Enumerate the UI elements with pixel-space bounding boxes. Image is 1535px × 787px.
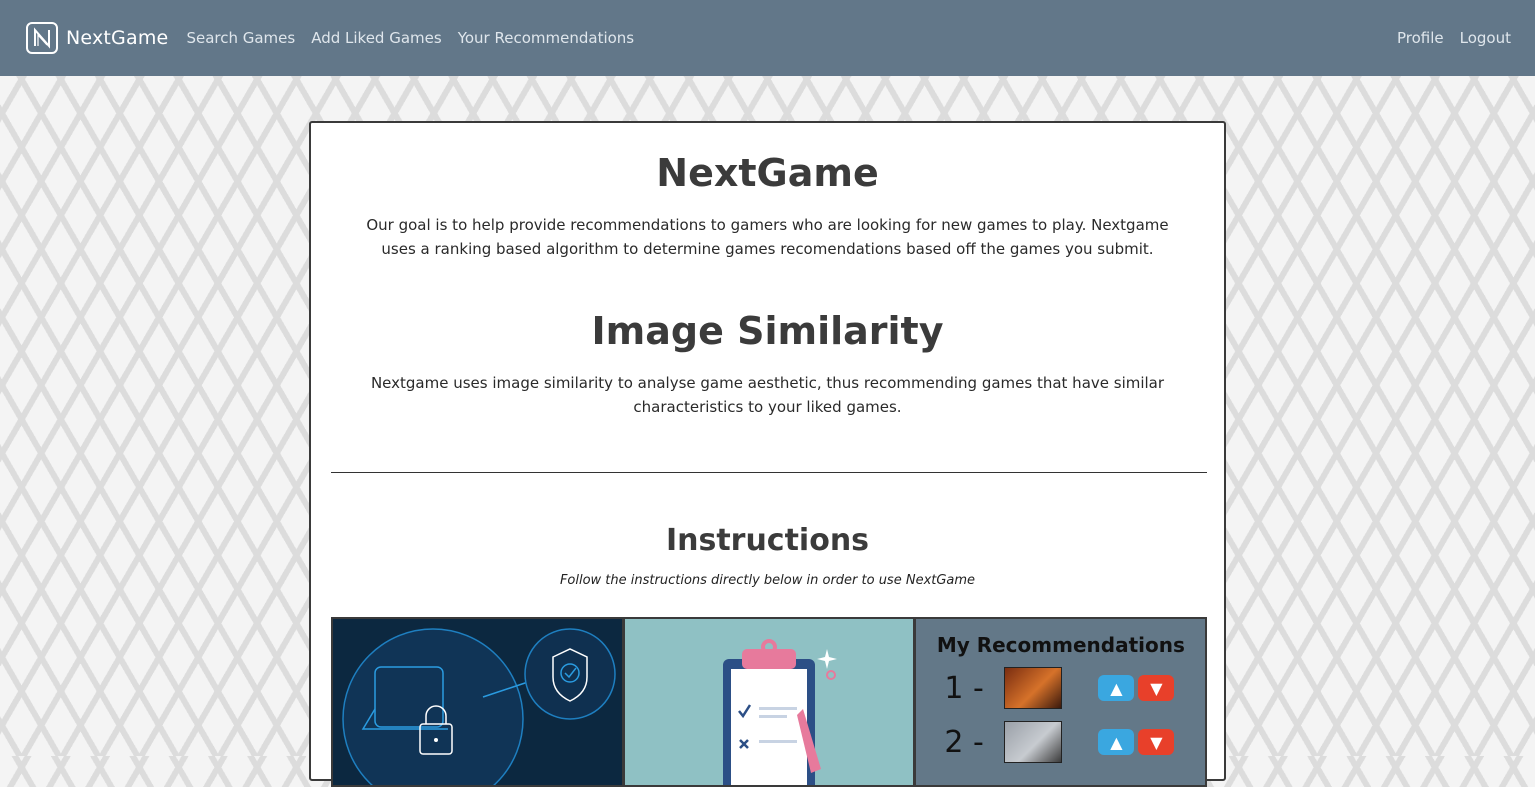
nav-logout[interactable]: Logout — [1460, 29, 1511, 47]
page-title: NextGame — [656, 151, 879, 195]
nav-your-recommendations[interactable]: Your Recommendations — [458, 29, 634, 47]
nav-add-liked-games[interactable]: Add Liked Games — [311, 29, 441, 47]
thumbs-up-icon: ▲ — [1098, 729, 1135, 755]
nav-links: Search Games Add Liked Games Your Recomm… — [178, 29, 642, 47]
brand-name: NextGame — [66, 27, 169, 49]
instructions-title: Instructions — [665, 523, 870, 558]
game-thumbnail — [1004, 721, 1063, 763]
intro-text: Our goal is to help provide recommendati… — [366, 216, 1169, 258]
logo-icon — [26, 22, 58, 54]
rec-rank: 2 - — [944, 724, 984, 760]
panel-my-recommendations: My Recommendations 1 - ▲ ▼ 2 - ▲ ▼ — [916, 619, 1206, 785]
navbar: NextGame Search Games Add Liked Games Yo… — [0, 0, 1535, 76]
brand[interactable]: NextGame — [26, 22, 168, 54]
vote-buttons: ▲ ▼ — [1098, 675, 1175, 701]
content-card: NextGame Our goal is to help provide rec… — [309, 121, 1226, 787]
game-thumbnail — [1004, 667, 1063, 709]
nav-right: Profile Logout — [1381, 0, 1511, 76]
similarity-text: Nextgame uses image similarity to analys… — [370, 374, 1165, 416]
recommendations-title: My Recommendations — [936, 633, 1185, 657]
rec-rank: 1 - — [944, 670, 984, 706]
panel-security-illustration — [333, 619, 622, 785]
similarity-title: Image Similarity — [591, 309, 944, 353]
security-illustration — [342, 628, 616, 785]
thumbs-down-icon: ▼ — [1138, 675, 1175, 701]
instruction-panels: My Recommendations 1 - ▲ ▼ 2 - ▲ ▼ — [331, 617, 1207, 787]
nav-profile[interactable]: Profile — [1397, 29, 1444, 47]
thumbs-up-icon: ▲ — [1098, 675, 1135, 701]
thumbs-down-icon: ▼ — [1138, 729, 1175, 755]
vote-buttons: ▲ ▼ — [1098, 729, 1175, 755]
clipboard-illustration — [722, 639, 837, 785]
panel-clipboard-illustration — [624, 619, 914, 785]
nav-search-games[interactable]: Search Games — [186, 29, 295, 47]
recommendation-row: 2 - ▲ ▼ — [944, 721, 1175, 763]
divider — [331, 472, 1207, 473]
instructions-subtitle: Follow the instructions directly below i… — [559, 573, 976, 588]
recommendation-row: 1 - ▲ ▼ — [944, 667, 1175, 709]
